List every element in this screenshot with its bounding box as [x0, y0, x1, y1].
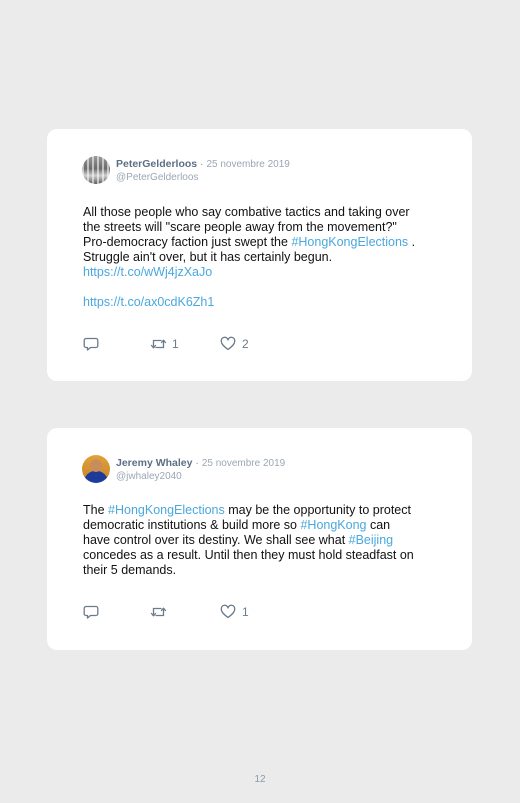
tweet-text: All those people who say combative tacti…: [83, 205, 448, 310]
hashtag-link[interactable]: #HongKongElections: [291, 235, 408, 249]
retweet-button[interactable]: 1: [150, 336, 190, 352]
page-number: 12: [254, 774, 266, 785]
retweet-count: 1: [172, 337, 179, 351]
text-line: Pro-democracy faction just swept the: [83, 235, 292, 249]
like-count: 1: [242, 605, 249, 619]
reply-button[interactable]: [83, 336, 103, 352]
author-line: Jeremy Whaley · 25 novembre 2019: [116, 457, 285, 470]
text-line: may be the opportunity to protect: [224, 503, 411, 517]
text-line: concedes as a result. Until then they mu…: [83, 548, 414, 562]
text-line: the streets will "scare people away from…: [83, 220, 397, 234]
text-line: democratic institutions & build more so: [83, 518, 301, 532]
like-button[interactable]: 2: [220, 336, 260, 352]
hashtag-link[interactable]: #HongKong: [300, 518, 366, 532]
url-link[interactable]: https://t.co/wWj4jzXaJo: [83, 265, 212, 279]
tweet-text: The #HongKongElections may be the opport…: [83, 503, 448, 578]
author-line: PeterGelderloos · 25 novembre 2019: [116, 158, 290, 171]
text-line: The: [83, 503, 109, 517]
text-line: their 5 demands.: [83, 563, 177, 577]
hashtag-link[interactable]: #HongKongElections: [108, 503, 225, 517]
avatar[interactable]: [82, 455, 110, 483]
reply-button[interactable]: [83, 604, 103, 620]
retweet-button[interactable]: [150, 604, 190, 620]
author-name[interactable]: Jeremy Whaley: [116, 457, 192, 469]
tweet-date[interactable]: 25 novembre 2019: [206, 159, 289, 170]
author-name[interactable]: PeterGelderloos: [116, 158, 197, 170]
author-handle[interactable]: @PeterGelderloos: [116, 172, 198, 184]
text-line: Struggle ain't over, but it has certainl…: [83, 250, 333, 264]
tweet-card[interactable]: Jeremy Whaley · 25 novembre 2019 @jwhale…: [47, 428, 472, 650]
author-handle[interactable]: @jwhaley2040: [116, 471, 182, 483]
url-link[interactable]: https://t.co/ax0cdK6Zh1: [83, 295, 214, 309]
separator: ·: [200, 158, 204, 170]
tweet-date[interactable]: 25 novembre 2019: [202, 458, 285, 469]
like-button[interactable]: 1: [220, 604, 260, 620]
hashtag-link[interactable]: #Beijing: [349, 533, 393, 547]
text-line: have control over its destiny. We shall …: [83, 533, 349, 547]
like-count: 2: [242, 337, 249, 351]
text-line: All those people who say combative tacti…: [83, 205, 410, 219]
separator: ·: [195, 457, 199, 469]
tweet-card[interactable]: PeterGelderloos · 25 novembre 2019 @Pete…: [47, 129, 472, 381]
text-line: .: [408, 235, 416, 249]
avatar[interactable]: [82, 156, 110, 184]
text-line: can: [366, 518, 391, 532]
